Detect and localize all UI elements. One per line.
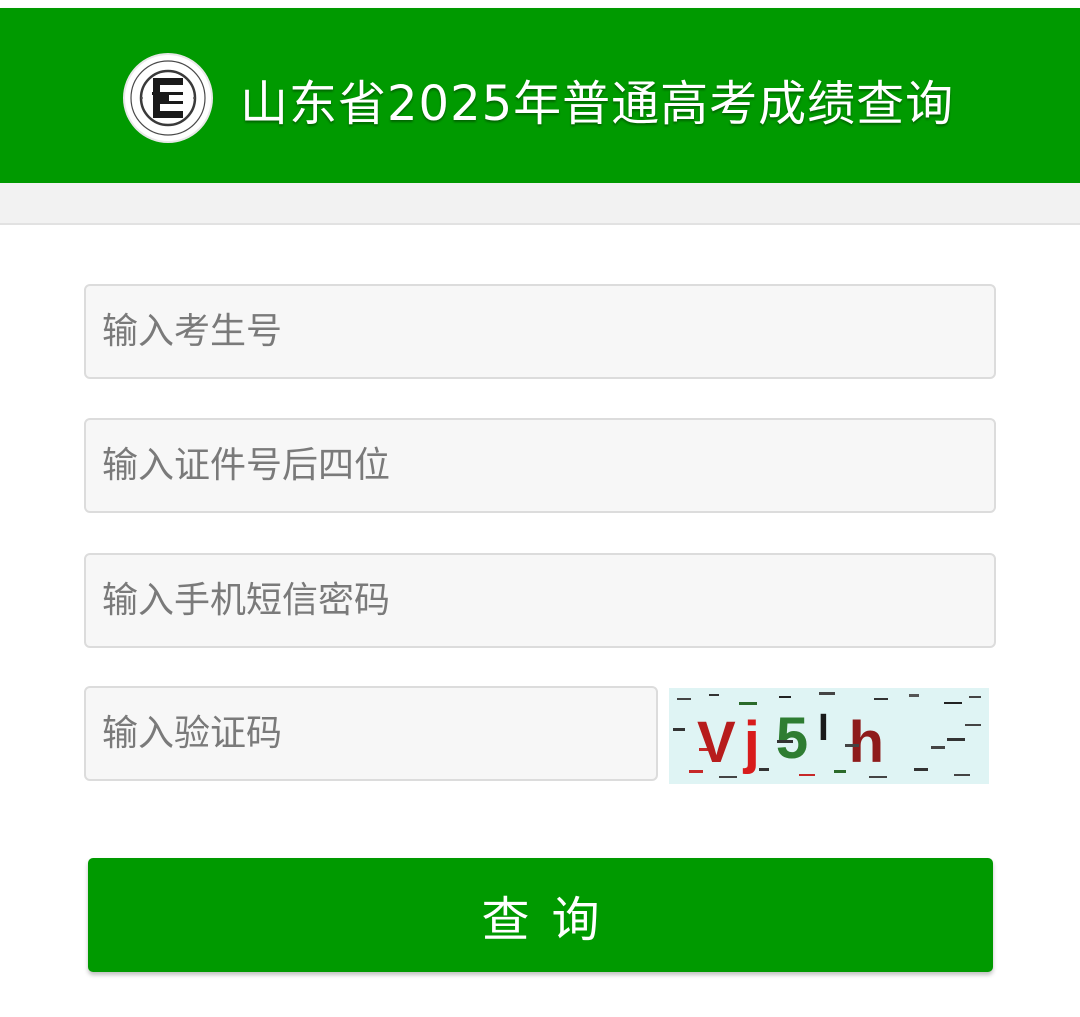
exam-authority-logo: [123, 53, 213, 143]
captcha-input[interactable]: [84, 686, 658, 781]
page-title: 山东省2025年普通高考成绩查询: [240, 76, 955, 132]
id-last-four-input[interactable]: [84, 418, 996, 513]
header-divider-bar: [0, 183, 1080, 225]
exam-number-input[interactable]: [84, 284, 996, 379]
query-button[interactable]: 查询: [88, 858, 993, 972]
captcha-text: Vj 5I h: [697, 706, 892, 775]
page-header: 山东省2025年普通高考成绩查询: [0, 8, 1080, 183]
sms-code-input[interactable]: [84, 553, 996, 648]
captcha-image[interactable]: Vj 5I h: [669, 688, 989, 784]
